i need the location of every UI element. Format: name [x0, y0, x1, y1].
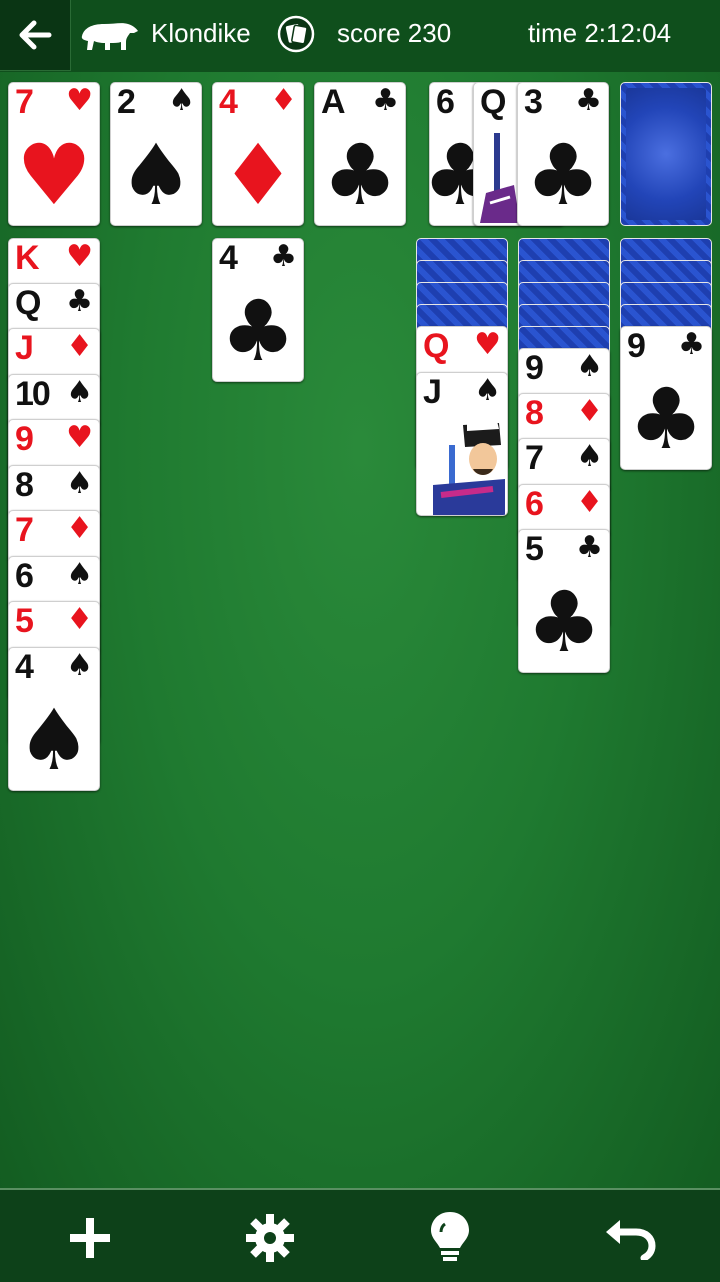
undo-icon [606, 1220, 656, 1260]
tableau-card[interactable]: 9 ♣ ♣ [620, 326, 712, 470]
card-rank: 3 [524, 83, 543, 121]
waste-top-card[interactable]: 3 ♣ ♣ [517, 82, 609, 226]
card-rank: Q [15, 284, 41, 322]
foundation-card[interactable]: A ♣ ♣ [314, 82, 406, 226]
card-suit: ♣ [270, 239, 297, 274]
gear-icon [246, 1214, 294, 1262]
card-rank: 10 [15, 375, 51, 413]
card-suit: ♠ [576, 439, 603, 474]
card-suit: ♣ [372, 83, 399, 118]
card-suit: ♠ [66, 375, 93, 410]
card-rank: 4 [219, 239, 238, 277]
card-rank: 4 [15, 648, 34, 686]
card-rank: 8 [15, 466, 34, 504]
card-suit: ♣ [66, 284, 93, 319]
queen-artwork-icon [480, 133, 520, 223]
tableau-card[interactable]: 4 ♠ ♠ [8, 647, 100, 791]
card-suit: ♥ [474, 327, 501, 362]
card-suit: ♠ [66, 648, 93, 683]
card-pip: ♣ [322, 126, 398, 224]
top-bar: Klondike score 230 time 2:12:04 [0, 0, 720, 72]
stock-pile[interactable] [620, 82, 712, 226]
card-rank: 6 [436, 83, 455, 121]
card-rank: J [423, 373, 442, 411]
card-rank: 7 [525, 439, 544, 477]
card-badge-icon [277, 15, 315, 53]
tableau-card[interactable]: 5 ♣ ♣ [518, 529, 610, 673]
card-rank: 2 [117, 83, 136, 121]
game-name: Klondike [151, 18, 251, 48]
card-rank: J [15, 329, 34, 367]
card-suit: ♣ [576, 530, 603, 565]
foundation-card[interactable]: 4 ♦ ♦ [212, 82, 304, 226]
lightbulb-icon [431, 1212, 469, 1261]
plus-icon [70, 1218, 110, 1258]
card-suit: ♣ [678, 327, 705, 362]
card-suit: ♠ [66, 557, 93, 592]
foundation-card[interactable]: 2 ♠ ♠ [110, 82, 202, 226]
card-pip: ♠ [16, 691, 92, 789]
card-suit: ♦ [66, 511, 93, 546]
card-rank: 5 [15, 602, 34, 640]
card-back-pattern [626, 88, 706, 220]
score-label: score 230 [337, 18, 452, 48]
jack-artwork-icon [433, 421, 505, 515]
card-pip: ♣ [220, 282, 296, 380]
card-suit: ♦ [66, 602, 93, 637]
card-suit: ♠ [474, 373, 501, 408]
undo-button[interactable] [600, 1208, 660, 1268]
card-rank: K [15, 239, 40, 277]
new-game-button[interactable] [60, 1208, 120, 1268]
card-rank: 9 [525, 349, 544, 387]
settings-button[interactable] [240, 1208, 300, 1268]
card-rank: 6 [15, 557, 34, 595]
tableau-card[interactable]: J ♠ [416, 372, 508, 516]
bottom-toolbar [0, 1188, 720, 1282]
card-suit: ♥ [66, 239, 93, 274]
card-rank: 5 [525, 530, 544, 568]
card-rank: 6 [525, 485, 544, 523]
card-rank: 4 [219, 83, 238, 121]
card-pip: ♠ [118, 126, 194, 224]
card-rank: 7 [15, 83, 34, 121]
card-pip: ♣ [526, 573, 602, 671]
card-suit: ♣ [575, 83, 602, 118]
card-pip: ♦ [220, 126, 296, 224]
card-pip: ♣ [628, 370, 704, 468]
card-suit: ♠ [66, 466, 93, 501]
polar-bear-icon [81, 23, 138, 50]
tableau-card[interactable]: 4 ♣ ♣ [212, 238, 304, 382]
card-rank: 7 [15, 511, 34, 549]
card-rank: 9 [15, 420, 34, 458]
hint-button[interactable] [420, 1208, 480, 1268]
card-pip: ♣ [525, 126, 601, 224]
arrow-left-icon [19, 20, 52, 50]
card-suit: ♠ [168, 83, 195, 118]
card-rank: Q [480, 83, 506, 121]
card-suit: ♥ [66, 420, 93, 455]
card-pip: ♥ [16, 126, 92, 224]
card-suit: ♥ [66, 83, 93, 118]
card-suit: ♦ [66, 329, 93, 364]
card-rank: 8 [525, 394, 544, 432]
card-suit: ♦ [270, 83, 297, 118]
card-rank: Q [423, 327, 449, 365]
time-label: time 2:12:04 [528, 18, 672, 48]
card-suit: ♦ [576, 485, 603, 520]
card-rank: A [321, 83, 346, 121]
card-rank: 9 [627, 327, 646, 365]
foundation-card[interactable]: 7 ♥ ♥ [8, 82, 100, 226]
back-button[interactable] [0, 0, 71, 71]
card-suit: ♠ [576, 349, 603, 384]
card-suit: ♦ [576, 394, 603, 429]
